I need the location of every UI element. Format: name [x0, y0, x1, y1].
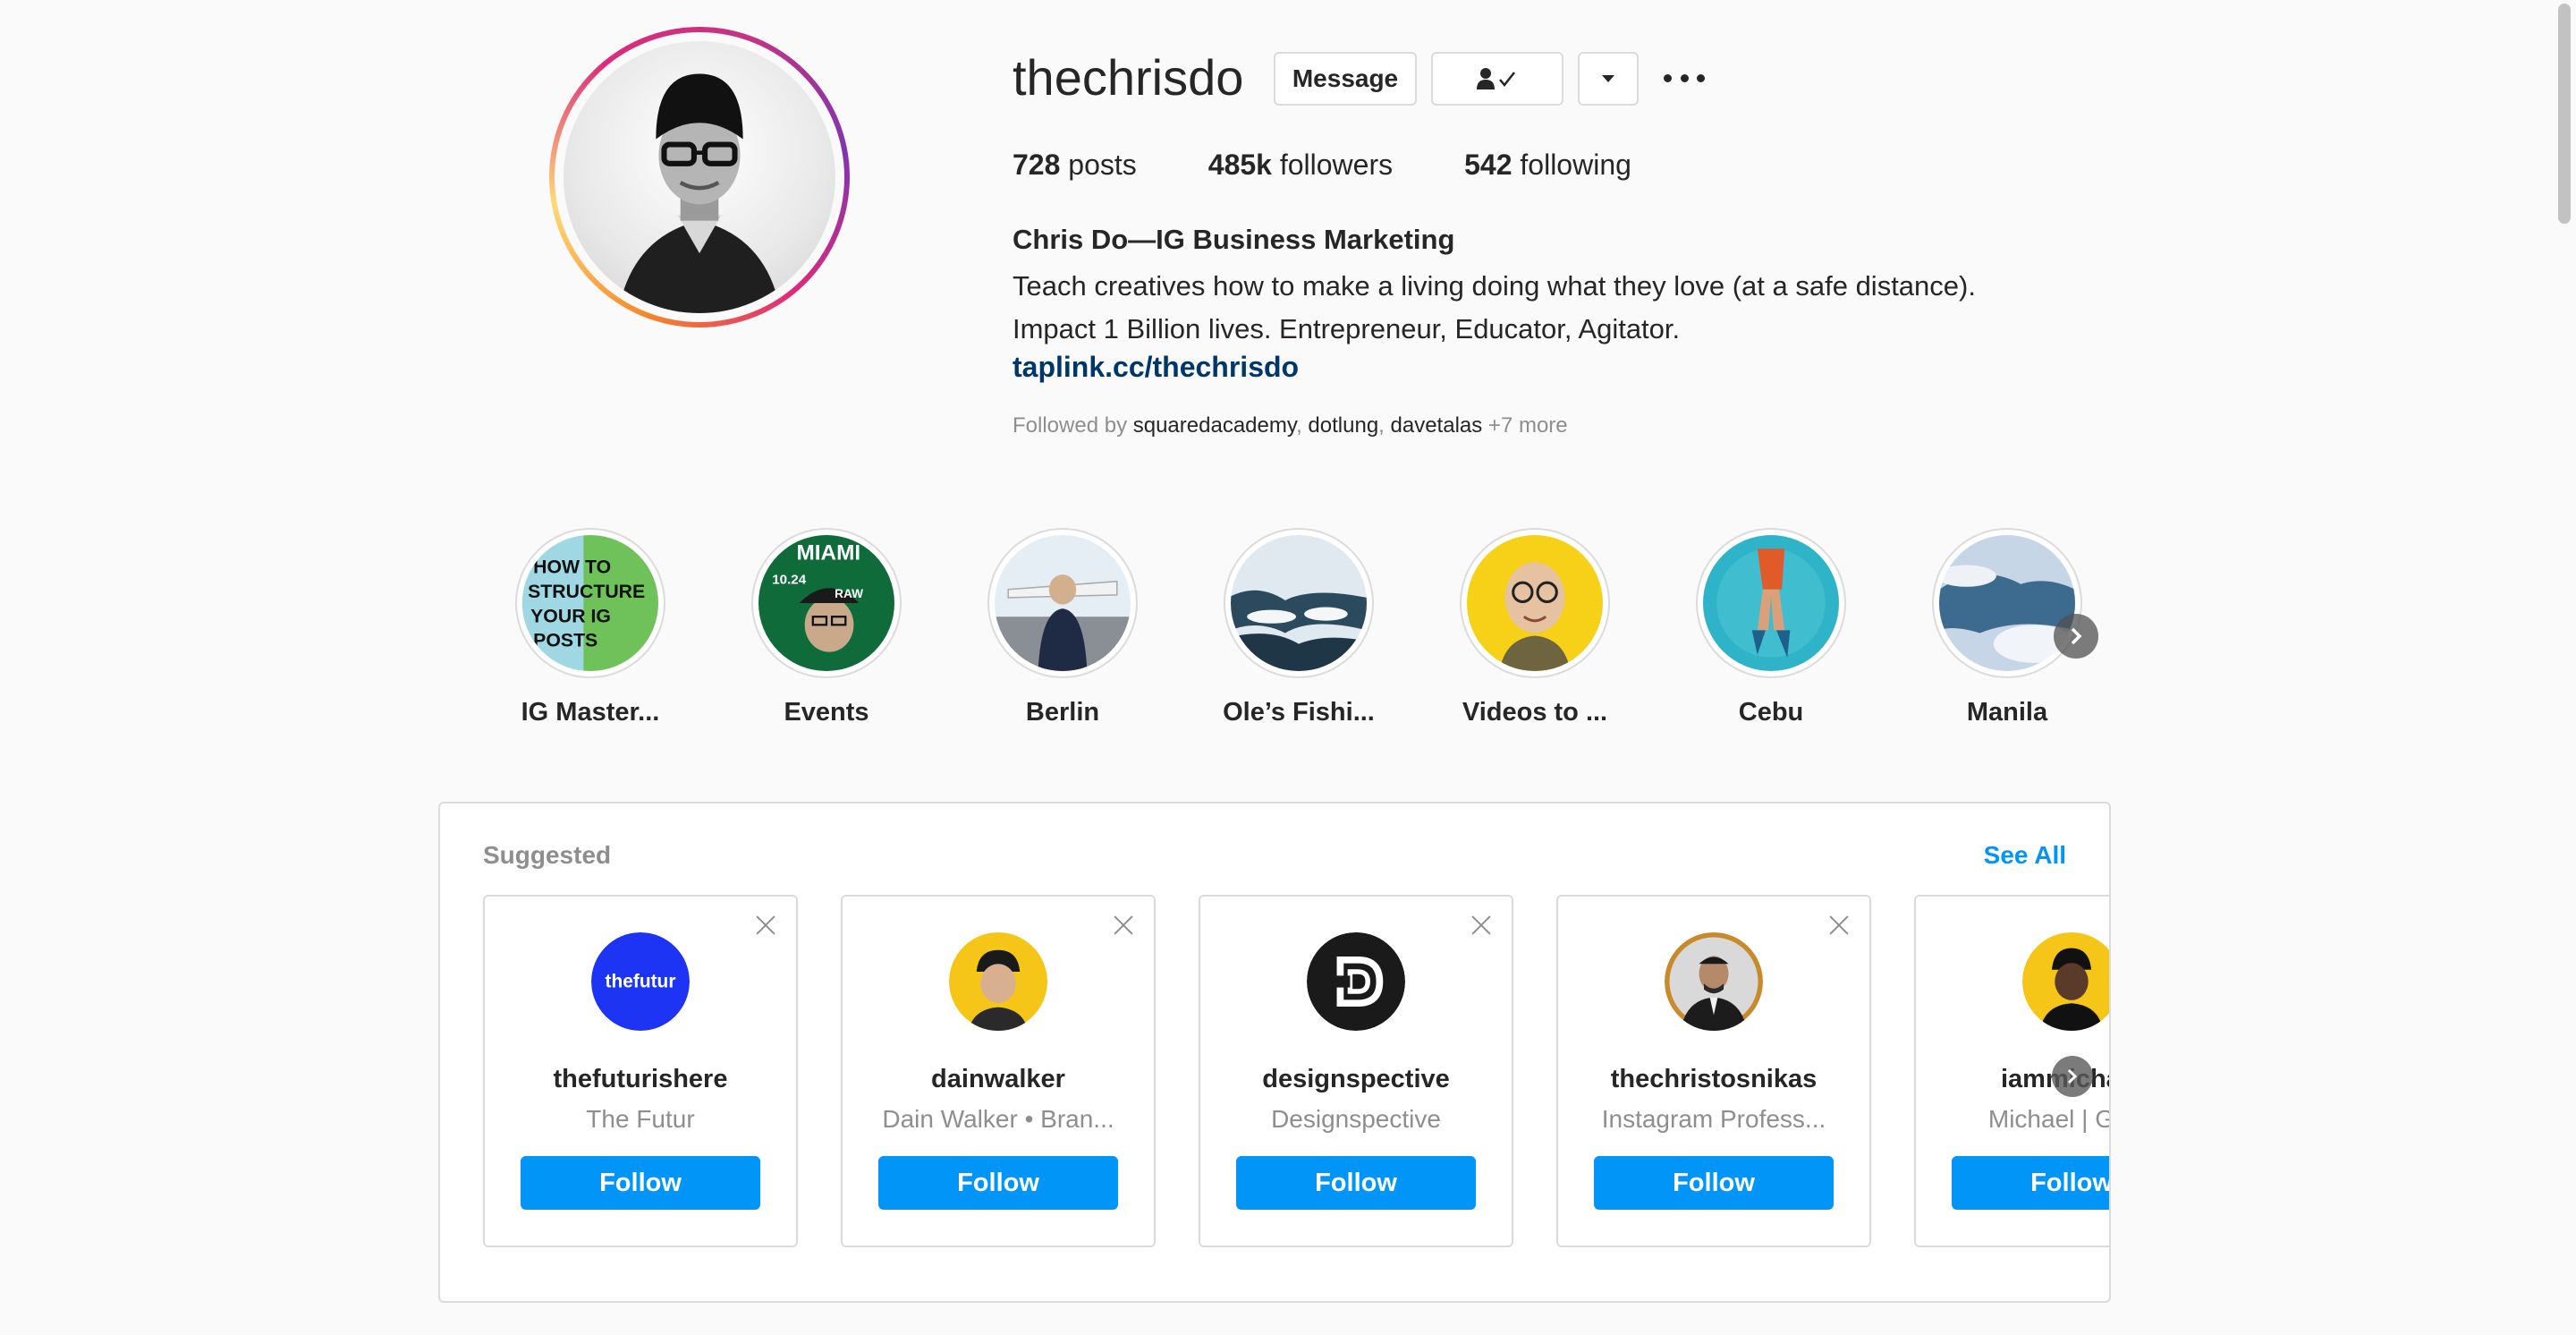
highlights-next-button[interactable]: [2054, 614, 2098, 659]
highlight-label: Manila: [1966, 698, 2048, 727]
profile-avatar[interactable]: [549, 27, 850, 327]
suggested-username[interactable]: thechristosnikas: [1558, 1065, 1869, 1094]
suggested-username[interactable]: dainwalker: [843, 1065, 1154, 1094]
suggested-card: thefutur thefuturishere The Futur Follow: [483, 895, 798, 1247]
close-icon[interactable]: [753, 913, 778, 938]
highlight-cover: HOW TO STRUCTURE YOUR IG POSTS: [522, 535, 658, 671]
avatar-portrait: [617, 73, 782, 313]
highlight-cover: [1467, 535, 1603, 671]
highlight-label: Ole’s Fishi...: [1223, 698, 1375, 727]
follow-button[interactable]: Follow: [521, 1156, 760, 1210]
suggested-avatar[interactable]: [949, 932, 1047, 1031]
highlight-label: IG Master...: [521, 698, 660, 727]
profile-username: thechrisdo: [1013, 49, 1244, 106]
highlight-label: Cebu: [1738, 698, 1804, 727]
thefutur-logo: thefutur: [591, 932, 690, 1031]
suggested-card: designspective Designspective Follow: [1199, 895, 1513, 1247]
suggestions-dropdown-button[interactable]: [1578, 52, 1639, 106]
highlight-cover: [995, 535, 1131, 671]
svg-text:thefutur: thefutur: [606, 972, 676, 992]
svg-text:RAW: RAW: [835, 587, 863, 600]
bio-link[interactable]: taplink.cc/thechrisdo: [1013, 351, 1299, 384]
person-check-icon: [1477, 68, 1515, 89]
suggested-title: Suggested: [483, 841, 612, 869]
highlight-label: Videos to ...: [1462, 698, 1608, 727]
highlight-label: Events: [784, 698, 869, 727]
following-button[interactable]: [1431, 52, 1563, 106]
svg-text:YOUR IG: YOUR IG: [530, 605, 611, 626]
suggested-subtitle: Instagram Profess...: [1601, 1105, 1826, 1133]
highlight-cover: [1703, 535, 1839, 671]
avatar-inner: [555, 32, 844, 322]
caret-down-icon: [1602, 75, 1614, 82]
close-icon[interactable]: [1826, 913, 1852, 938]
following-stat[interactable]: 542 following: [1464, 149, 1631, 182]
highlight-cover: [1231, 535, 1367, 671]
profile-full-name: Chris Do—IG Business Marketing: [1013, 224, 1455, 255]
scrollbar-thumb[interactable]: [2558, 4, 2571, 224]
avatar-image: [949, 932, 1047, 1031]
suggested-username[interactable]: designspective: [1200, 1065, 1512, 1094]
followed-by-user[interactable]: squaredacademy: [1133, 413, 1296, 438]
designspective-logo: [1307, 932, 1405, 1031]
see-all-link[interactable]: See All: [1984, 841, 2066, 870]
avatar-image: [1665, 932, 1763, 1031]
highlight-label: Berlin: [1025, 698, 1100, 727]
follow-button[interactable]: Follow: [1236, 1156, 1476, 1210]
suggested-avatar[interactable]: [2022, 932, 2109, 1031]
page-scrollbar[interactable]: [2551, 0, 2576, 1335]
chevron-right-icon: [2067, 1068, 2078, 1084]
highlight-cover: MIAMI 10.24 RAW: [758, 535, 894, 671]
followed-by-user[interactable]: davetalas: [1391, 413, 1483, 438]
follow-button[interactable]: Follow: [878, 1156, 1118, 1210]
followers-stat[interactable]: 485k followers: [1208, 149, 1393, 182]
chevron-right-icon: [2071, 627, 2082, 645]
svg-text:10.24: 10.24: [772, 573, 807, 588]
suggested-next-button[interactable]: [2052, 1056, 2093, 1097]
avatar-image: [2022, 932, 2109, 1031]
suggested-subtitle: Dain Walker • Bran...: [882, 1105, 1114, 1133]
story-highlights: HOW TO STRUCTURE YOUR IG POSTS IG Master…: [501, 528, 2165, 743]
highlight-videos[interactable]: Videos to ...: [1445, 528, 1624, 727]
message-button[interactable]: Message: [1274, 52, 1417, 106]
followed-by-more[interactable]: +7 more: [1482, 413, 1568, 438]
suggested-avatar[interactable]: thefutur: [591, 932, 690, 1031]
svg-text:MIAMI: MIAMI: [797, 540, 861, 565]
suggested-subtitle: Michael | Grow: [1987, 1105, 2109, 1133]
followed-by-user[interactable]: dotlung: [1308, 413, 1378, 438]
close-icon[interactable]: [1469, 913, 1494, 938]
highlight-oles-fishing[interactable]: Ole’s Fishi...: [1209, 528, 1388, 727]
suggested-avatar[interactable]: [1307, 932, 1405, 1031]
profile-bio: Teach creatives how to make a living doi…: [1013, 265, 1976, 351]
svg-text:POSTS: POSTS: [533, 630, 597, 651]
suggested-avatar[interactable]: [1665, 932, 1763, 1031]
profile-stats: 728 posts 485k followers 542 following: [1013, 149, 1703, 182]
bio-line: Teach creatives how to make a living doi…: [1013, 270, 1976, 302]
avatar-photo: [564, 41, 835, 313]
suggested-subtitle: Designspective: [1271, 1105, 1441, 1133]
suggested-username[interactable]: thefuturishere: [485, 1065, 796, 1094]
highlight-berlin[interactable]: Berlin: [973, 528, 1152, 727]
suggested-card: dainwalker Dain Walker • Bran... Follow: [841, 895, 1156, 1247]
suggested-panel: Suggested See All thefutur thefuturisher…: [438, 802, 2111, 1303]
posts-stat: 728 posts: [1013, 149, 1137, 181]
highlight-ig-master[interactable]: HOW TO STRUCTURE YOUR IG POSTS IG Master…: [501, 528, 680, 727]
highlight-cover: [1939, 535, 2075, 671]
svg-text:HOW TO: HOW TO: [533, 557, 611, 578]
close-icon[interactable]: [1111, 913, 1136, 938]
highlight-events[interactable]: MIAMI 10.24 RAW Events: [737, 528, 916, 727]
follow-button[interactable]: Follow: [1952, 1156, 2109, 1210]
more-dots-icon[interactable]: [1664, 64, 1705, 91]
highlight-cebu[interactable]: Cebu: [1682, 528, 1860, 727]
suggested-subtitle: The Futur: [586, 1105, 695, 1133]
svg-text:STRUCTURE: STRUCTURE: [528, 581, 645, 602]
suggested-card: thechristosnikas Instagram Profess... Fo…: [1556, 895, 1871, 1247]
follow-button[interactable]: Follow: [1594, 1156, 1834, 1210]
followed-by: Followed by squaredacademy, dotlung, dav…: [1013, 413, 1568, 438]
bio-line: Impact 1 Billion lives. Entrepreneur, Ed…: [1013, 313, 1681, 344]
